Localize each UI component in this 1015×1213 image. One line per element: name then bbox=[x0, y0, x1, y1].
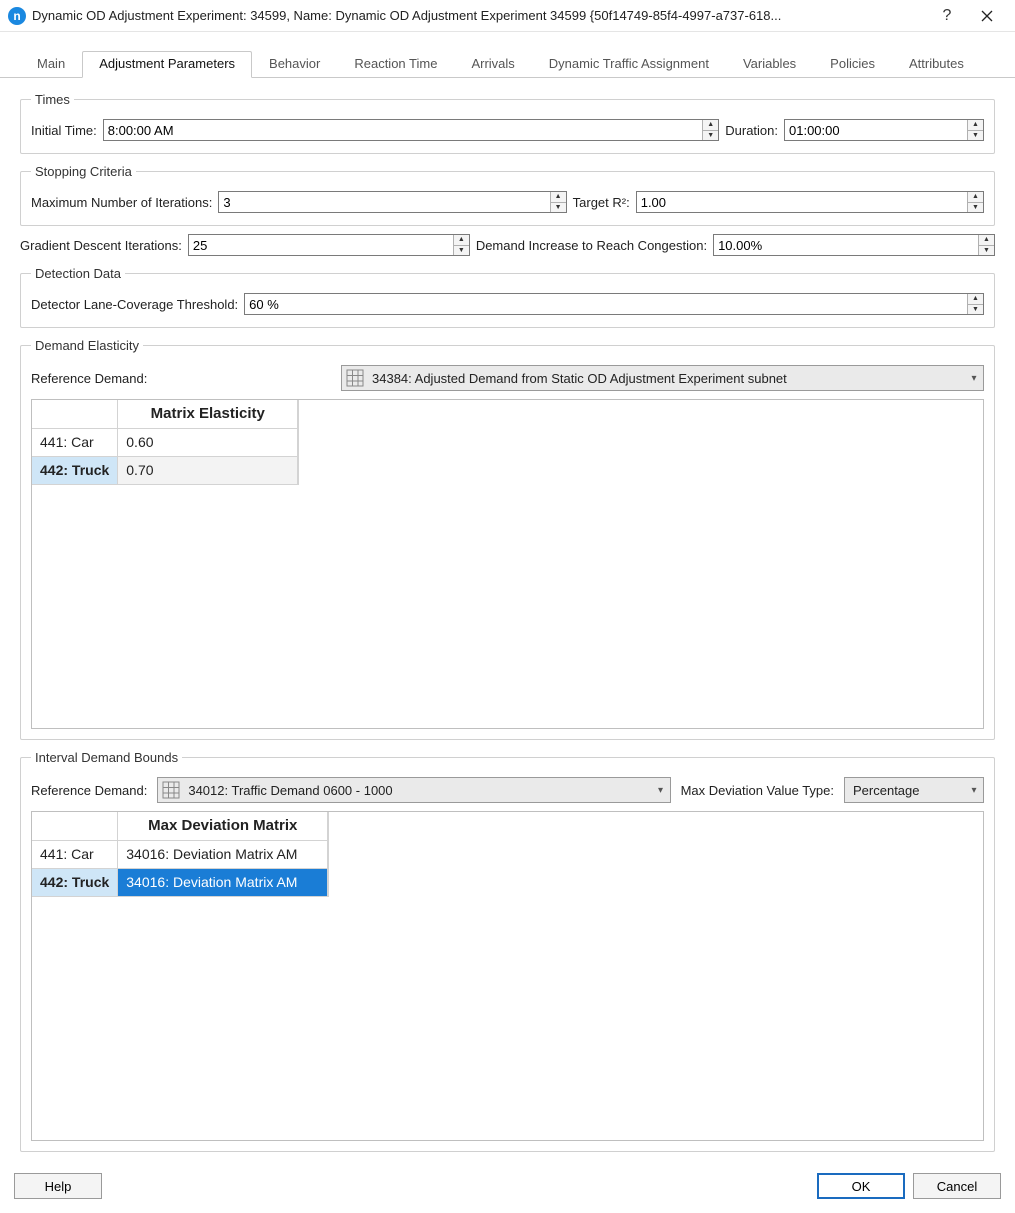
table-corner bbox=[32, 400, 118, 428]
input-initial-time[interactable] bbox=[103, 119, 720, 141]
input-demand-increase[interactable] bbox=[713, 234, 995, 256]
label-gdi: Gradient Descent Iterations: bbox=[20, 238, 182, 253]
input-threshold[interactable] bbox=[244, 293, 984, 315]
legend-elasticity: Demand Elasticity bbox=[31, 338, 143, 353]
elasticity-table-shell: Matrix Elasticity 441: Car 0.60 442: Tru… bbox=[31, 399, 984, 729]
tab-content: Times Initial Time: ▲▼ Duration: ▲▼ Stop… bbox=[0, 78, 1015, 1170]
table-row[interactable]: 441: Car 34016: Deviation Matrix AM bbox=[32, 840, 328, 868]
spinner-target-r2[interactable]: ▲▼ bbox=[967, 192, 983, 212]
close-icon bbox=[981, 10, 993, 22]
chevron-down-icon: ▾ bbox=[965, 373, 983, 384]
tab-behavior[interactable]: Behavior bbox=[252, 51, 337, 78]
tab-main[interactable]: Main bbox=[20, 51, 82, 78]
combo-bounds-ref-demand-text: 34012: Traffic Demand 0600 - 1000 bbox=[184, 783, 651, 798]
label-max-dev-type: Max Deviation Value Type: bbox=[681, 783, 834, 798]
col-max-deviation-matrix: Max Deviation Matrix bbox=[118, 812, 328, 840]
combo-max-dev-type-text: Percentage bbox=[845, 783, 965, 798]
spinner-demand-increase[interactable]: ▲▼ bbox=[978, 235, 994, 255]
bounds-table-shell: Max Deviation Matrix 441: Car 34016: Dev… bbox=[31, 811, 984, 1141]
spinner-max-iterations[interactable]: ▲▼ bbox=[550, 192, 566, 212]
rowhead-car: 441: Car bbox=[32, 840, 118, 868]
label-initial-time: Initial Time: bbox=[31, 123, 97, 138]
close-button[interactable] bbox=[967, 2, 1007, 30]
bounds-table[interactable]: Max Deviation Matrix 441: Car 34016: Dev… bbox=[32, 812, 328, 897]
input-max-iterations[interactable] bbox=[218, 191, 566, 213]
chevron-down-icon: ▾ bbox=[965, 785, 983, 796]
elasticity-table[interactable]: Matrix Elasticity 441: Car 0.60 442: Tru… bbox=[32, 400, 298, 485]
tab-strip: Main Adjustment Parameters Behavior Reac… bbox=[0, 32, 1015, 78]
label-max-iterations: Maximum Number of Iterations: bbox=[31, 195, 212, 210]
combo-bounds-ref-demand[interactable]: 34012: Traffic Demand 0600 - 1000 ▾ bbox=[157, 777, 670, 803]
tab-adjustment-parameters[interactable]: Adjustment Parameters bbox=[82, 51, 252, 78]
label-bounds-ref-demand: Reference Demand: bbox=[31, 783, 147, 798]
group-interval-demand-bounds: Interval Demand Bounds Reference Demand:… bbox=[20, 750, 995, 1152]
spinner-duration[interactable]: ▲▼ bbox=[967, 120, 983, 140]
rowhead-truck: 442: Truck bbox=[32, 456, 118, 484]
cancel-button[interactable]: Cancel bbox=[913, 1173, 1001, 1199]
col-matrix-elasticity: Matrix Elasticity bbox=[118, 400, 298, 428]
group-stopping-criteria: Stopping Criteria Maximum Number of Iter… bbox=[20, 164, 995, 226]
group-detection-data: Detection Data Detector Lane-Coverage Th… bbox=[20, 266, 995, 328]
combo-max-dev-type[interactable]: Percentage ▾ bbox=[844, 777, 984, 803]
combo-elasticity-ref-demand[interactable]: 34384: Adjusted Demand from Static OD Ad… bbox=[341, 365, 984, 391]
cell-bounds-truck[interactable]: 34016: Deviation Matrix AM bbox=[118, 868, 328, 896]
tab-arrivals[interactable]: Arrivals bbox=[454, 51, 531, 78]
window-title: Dynamic OD Adjustment Experiment: 34599,… bbox=[32, 8, 927, 23]
help-footer-button[interactable]: Help bbox=[14, 1173, 102, 1199]
tab-variables[interactable]: Variables bbox=[726, 51, 813, 78]
input-gdi[interactable] bbox=[188, 234, 470, 256]
label-demand-increase: Demand Increase to Reach Congestion: bbox=[476, 238, 707, 253]
legend-bounds: Interval Demand Bounds bbox=[31, 750, 182, 765]
help-button[interactable]: ? bbox=[927, 2, 967, 30]
cell-elasticity-car[interactable]: 0.60 bbox=[118, 428, 298, 456]
combo-elasticity-ref-demand-text: 34384: Adjusted Demand from Static OD Ad… bbox=[368, 371, 965, 386]
matrix-icon bbox=[160, 779, 182, 801]
titlebar: n Dynamic OD Adjustment Experiment: 3459… bbox=[0, 0, 1015, 32]
legend-detection: Detection Data bbox=[31, 266, 125, 281]
rowhead-car: 441: Car bbox=[32, 428, 118, 456]
spinner-initial-time[interactable]: ▲▼ bbox=[702, 120, 718, 140]
cell-bounds-car[interactable]: 34016: Deviation Matrix AM bbox=[118, 840, 328, 868]
rowhead-truck: 442: Truck bbox=[32, 868, 118, 896]
input-duration[interactable] bbox=[784, 119, 984, 141]
label-threshold: Detector Lane-Coverage Threshold: bbox=[31, 297, 238, 312]
matrix-icon bbox=[344, 367, 366, 389]
label-elasticity-ref-demand: Reference Demand: bbox=[31, 371, 331, 386]
chevron-down-icon: ▾ bbox=[652, 785, 670, 796]
spinner-threshold[interactable]: ▲▼ bbox=[967, 294, 983, 314]
label-duration: Duration: bbox=[725, 123, 778, 138]
label-target-r2: Target R²: bbox=[573, 195, 630, 210]
tab-dynamic-traffic-assignment[interactable]: Dynamic Traffic Assignment bbox=[532, 51, 726, 78]
table-row[interactable]: 442: Truck 0.70 bbox=[32, 456, 298, 484]
group-demand-elasticity: Demand Elasticity Reference Demand: 3438… bbox=[20, 338, 995, 740]
table-row[interactable]: 442: Truck 34016: Deviation Matrix AM bbox=[32, 868, 328, 896]
cell-elasticity-truck[interactable]: 0.70 bbox=[118, 456, 298, 484]
footer: Help OK Cancel bbox=[0, 1163, 1015, 1213]
group-times: Times Initial Time: ▲▼ Duration: ▲▼ bbox=[20, 92, 995, 154]
app-icon: n bbox=[8, 7, 26, 25]
legend-stopping: Stopping Criteria bbox=[31, 164, 136, 179]
table-row[interactable]: 441: Car 0.60 bbox=[32, 428, 298, 456]
table-corner bbox=[32, 812, 118, 840]
spinner-gdi[interactable]: ▲▼ bbox=[453, 235, 469, 255]
tab-policies[interactable]: Policies bbox=[813, 51, 892, 78]
ok-button[interactable]: OK bbox=[817, 1173, 905, 1199]
legend-times: Times bbox=[31, 92, 74, 107]
tab-reaction-time[interactable]: Reaction Time bbox=[337, 51, 454, 78]
tab-attributes[interactable]: Attributes bbox=[892, 51, 981, 78]
row-gradient: Gradient Descent Iterations: ▲▼ Demand I… bbox=[20, 234, 995, 256]
input-target-r2[interactable] bbox=[636, 191, 984, 213]
